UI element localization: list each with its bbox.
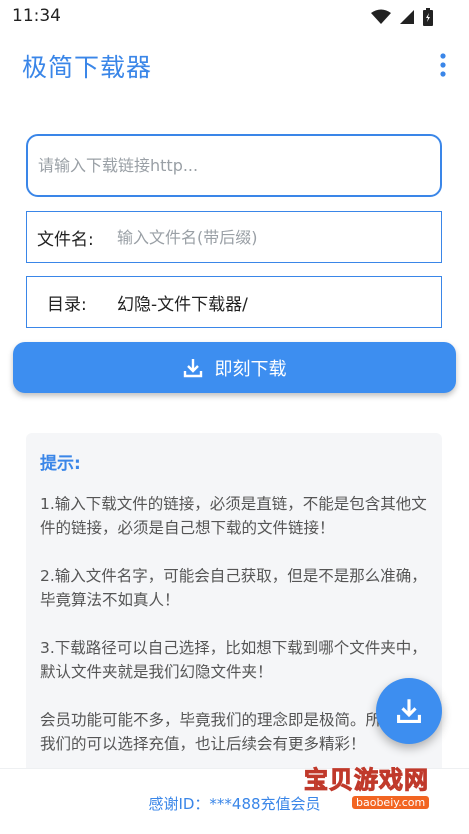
battery-icon [423, 8, 433, 26]
filename-input[interactable] [117, 227, 441, 247]
download-button-label: 即刻下载 [214, 358, 287, 380]
url-input[interactable] [38, 156, 440, 175]
tip-item: 2.输入文件名字，可能会自己获取，但是不是那么准确，毕竟算法不如真人！ [40, 567, 427, 609]
filename-label: 文件名: [37, 229, 94, 250]
watermark-sub: baobeiy.com [352, 796, 430, 809]
status-icons [371, 8, 433, 26]
download-icon [183, 358, 202, 377]
tips-title: 提示: [40, 454, 81, 474]
tip-item: 3.下载路径可以自己选择，比如想下载到哪个文件夹中，默认文件夹就是我们幻隐文件夹… [40, 639, 427, 681]
signal-icon [400, 10, 414, 24]
watermark-logo: 宝贝游戏网 baobeiy.com [296, 752, 446, 822]
tips-card: 提示: 1.输入下载文件的链接，必须是直链，不能是包含其他文件的链接，必须是自己… [26, 433, 442, 783]
directory-label: 目录: [47, 294, 87, 315]
directory-value[interactable]: 幻隐-文件下载器/ [117, 290, 248, 315]
url-field[interactable] [26, 134, 442, 197]
download-button[interactable]: 即刻下载 [13, 342, 456, 393]
app-bar: 极简下载器 [0, 34, 469, 94]
download-fab[interactable] [376, 678, 442, 744]
app-title: 极简下载器 [22, 53, 153, 82]
filename-field[interactable]: 文件名: [26, 211, 442, 263]
status-time: 11:34 [12, 6, 61, 26]
wifi-icon [371, 9, 391, 24]
tip-item: 1.输入下载文件的链接，必须是直链，不能是包含其他文件的链接，必须是自己想下载的… [40, 495, 427, 537]
directory-field[interactable]: 目录: 幻隐-文件下载器/ [26, 276, 442, 328]
tip-item: 会员功能可能不多，毕竟我们的理念即是极简。所以支持我们的可以选择充值，也让后续会… [40, 711, 428, 753]
more-options-icon[interactable] [439, 52, 447, 78]
status-bar: 11:34 [0, 0, 469, 34]
download-icon [397, 699, 421, 723]
watermark-main: 宝贝游戏网 [304, 766, 429, 795]
